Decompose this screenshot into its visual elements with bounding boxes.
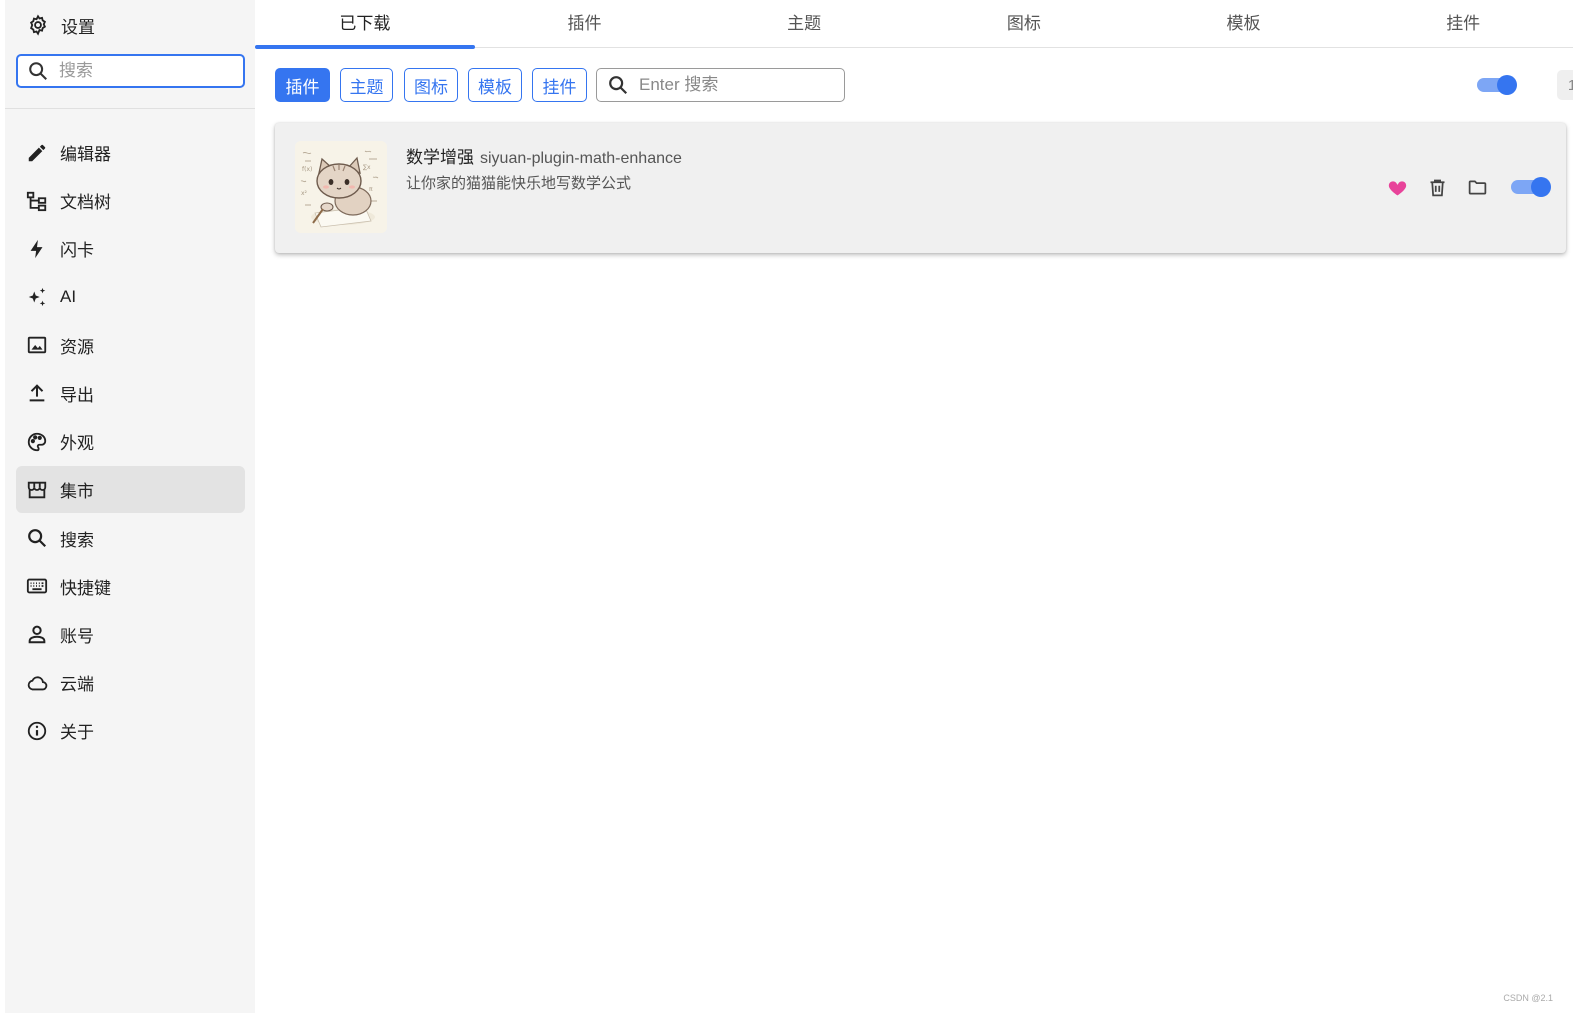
- sidebar-search-input[interactable]: [59, 61, 229, 81]
- svg-text:x²: x²: [301, 190, 308, 197]
- plugin-enable-toggle[interactable]: [1511, 175, 1551, 199]
- sidebar-search[interactable]: [16, 54, 245, 88]
- sidebar-divider: [5, 108, 255, 109]
- sidebar-item-label: 云端: [60, 675, 94, 695]
- filter-chip-plugins[interactable]: 插件: [275, 68, 330, 102]
- plugin-description: 让你家的猫猫能快乐地写数学公式: [406, 175, 632, 192]
- sidebar-item-export[interactable]: 导出: [16, 370, 245, 417]
- info-icon: [26, 720, 48, 742]
- search-icon: [26, 527, 48, 549]
- cloud-icon: [26, 672, 48, 694]
- sidebar-item-label: 搜索: [60, 530, 94, 550]
- toggle-knob: [1531, 177, 1551, 197]
- sidebar-item-label: 账号: [60, 626, 94, 646]
- folder-icon[interactable]: [1466, 176, 1488, 198]
- sidebar-item-keymap[interactable]: 快捷键: [16, 563, 245, 610]
- sidebar-item-label: 闪卡: [60, 241, 94, 261]
- svg-text:f(x): f(x): [302, 166, 312, 173]
- sidebar-item-flashcard[interactable]: 闪卡: [16, 225, 245, 272]
- sidebar-nav: 编辑器 文档树 闪卡 AI 资源 导出 外观 集市 搜索 快捷键 账号 云端 关…: [16, 129, 245, 755]
- search-icon: [27, 60, 49, 82]
- sidebar-item-label: 资源: [60, 337, 94, 357]
- export-icon: [26, 382, 48, 404]
- sidebar-item-label: AI: [60, 287, 77, 307]
- marketplace-search-input[interactable]: [639, 75, 834, 95]
- settings-window: 设置 编辑器 文档树: [0, 0, 1573, 1013]
- gear-icon: [27, 14, 49, 36]
- settings-title: 设置: [61, 17, 95, 37]
- sidebar-item-filetree[interactable]: 文档树: [16, 177, 245, 224]
- trash-icon[interactable]: [1426, 176, 1448, 198]
- sidebar-item-ai[interactable]: AI: [16, 274, 245, 321]
- sidebar-item-label: 文档树: [60, 193, 111, 213]
- store-icon: [26, 479, 48, 501]
- plugin-card[interactable]: f(x) ∑x x² π 数学增强 siyuan-plugin-math-enh…: [275, 123, 1566, 253]
- watermark: CSDN @2.1: [1503, 993, 1553, 1003]
- plugin-package: siyuan-plugin-math-enhance: [480, 150, 682, 167]
- marketplace-tabs: 已下载 插件 主题 图标 模板 挂件: [255, 0, 1573, 49]
- sidebar-item-label: 外观: [60, 434, 94, 454]
- marketplace-search[interactable]: [596, 68, 845, 102]
- pencil-icon: [26, 142, 48, 164]
- plugin-name: 数学增强: [406, 148, 474, 167]
- sidebar-item-editor[interactable]: 编辑器: [16, 129, 245, 176]
- image-icon: [26, 334, 48, 356]
- tab-plugins[interactable]: 插件: [475, 0, 695, 48]
- sidebar-item-label: 关于: [60, 723, 94, 743]
- sidebar-item-about[interactable]: 关于: [16, 707, 245, 754]
- sidebar-item-label: 编辑器: [60, 145, 111, 164]
- filter-chip-templates[interactable]: 模板: [468, 68, 522, 102]
- sidebar-item-label: 导出: [60, 385, 94, 405]
- search-icon: [607, 74, 629, 96]
- plugin-thumbnail: f(x) ∑x x² π: [295, 141, 387, 233]
- sidebar-item-cloud[interactable]: 云端: [16, 659, 245, 706]
- plugin-title-row: 数学增强 siyuan-plugin-math-enhance: [406, 143, 682, 168]
- plugin-count-badge: 1: [1557, 70, 1573, 100]
- keyboard-icon: [26, 575, 48, 597]
- tab-downloaded[interactable]: 已下载: [255, 0, 475, 49]
- show-enabled-toggle[interactable]: [1477, 73, 1517, 97]
- sidebar-item-assets[interactable]: 资源: [16, 322, 245, 369]
- tab-themes[interactable]: 主题: [694, 0, 914, 48]
- marketplace-panel: 已下载 插件 主题 图标 模板 挂件 插件 主题 图标 模板 挂件 1: [255, 0, 1573, 1013]
- svg-text:π: π: [369, 186, 373, 193]
- sidebar-item-label: 快捷键: [60, 578, 111, 598]
- palette-icon: [26, 431, 48, 453]
- filter-chip-widgets[interactable]: 挂件: [532, 68, 587, 102]
- tab-widgets[interactable]: 挂件: [1353, 0, 1573, 48]
- sidebar-item-account[interactable]: 账号: [16, 611, 245, 658]
- sidebar-item-search[interactable]: 搜索: [16, 515, 245, 562]
- lightning-icon: [26, 238, 48, 260]
- heart-icon[interactable]: [1386, 176, 1408, 198]
- sidebar-item-marketplace[interactable]: 集市: [16, 466, 245, 514]
- file-tree-icon: [26, 190, 48, 212]
- account-icon: [26, 623, 48, 645]
- tab-icons[interactable]: 图标: [914, 0, 1134, 48]
- filter-toolbar: 插件 主题 图标 模板 挂件 1: [275, 68, 1573, 102]
- filter-chip-themes[interactable]: 主题: [340, 68, 393, 102]
- sidebar-item-label: 集市: [60, 482, 94, 502]
- sparkles-icon: [26, 286, 48, 308]
- tab-templates[interactable]: 模板: [1134, 0, 1354, 48]
- settings-header: 设置: [27, 12, 95, 38]
- toggle-knob: [1497, 75, 1517, 95]
- filter-chip-icons[interactable]: 图标: [404, 68, 458, 102]
- settings-sidebar: 设置 编辑器 文档树: [5, 0, 255, 1013]
- sidebar-item-appearance[interactable]: 外观: [16, 418, 245, 465]
- svg-text:∑x: ∑x: [363, 164, 371, 171]
